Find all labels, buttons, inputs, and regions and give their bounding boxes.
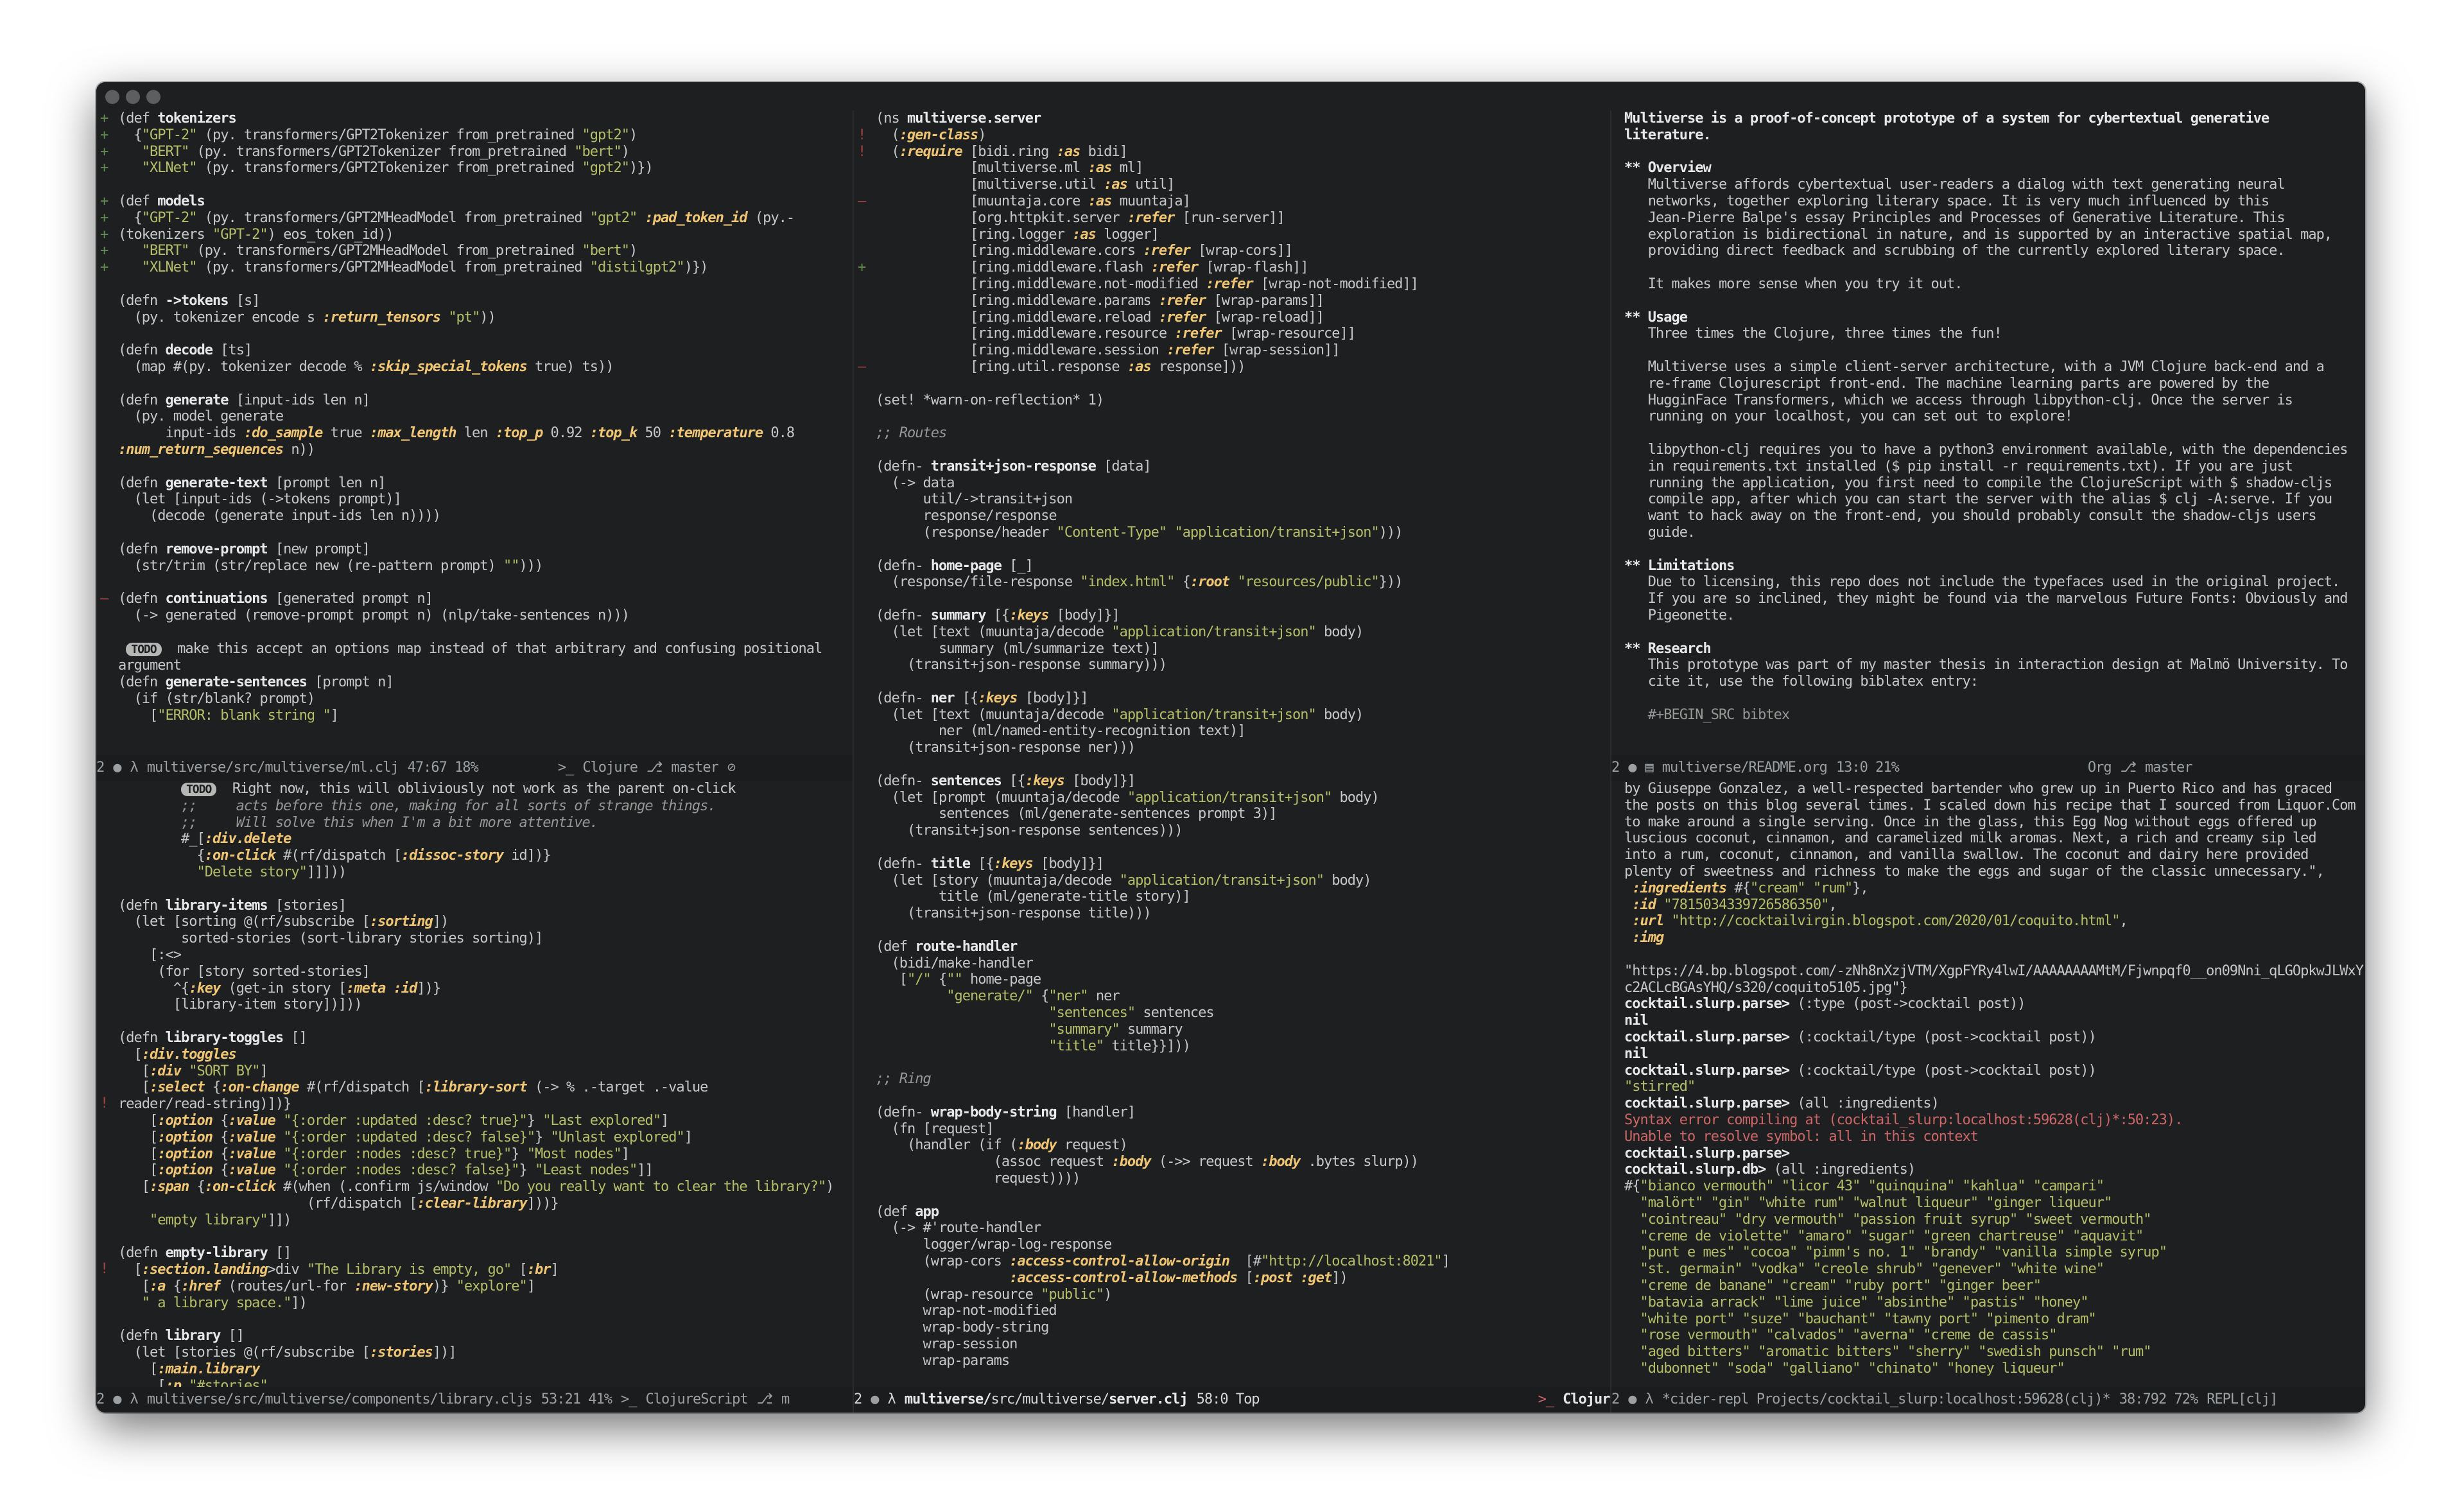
terminal-icon: >_ bbox=[557, 760, 574, 776]
file-type-icon: λ bbox=[130, 1391, 139, 1407]
checker-disabled-icon: ⊘ bbox=[727, 760, 736, 776]
code-area[interactable]: Multiverse is a proof-of-concept prototy… bbox=[1611, 110, 2365, 723]
middle-column: !! – + – (ns multiverse.server (:gen-class)… bbox=[854, 110, 1610, 1413]
modified-indicator-icon: ● bbox=[1628, 1391, 1636, 1407]
major-mode: REPL[clj] bbox=[2207, 1391, 2278, 1407]
zoom-window-button[interactable] bbox=[146, 90, 161, 104]
cursor-position: 47:67 18% bbox=[407, 760, 479, 776]
window-number: 2 bbox=[1611, 1391, 1620, 1407]
title-bar bbox=[96, 82, 2365, 110]
file-type-icon: ▤ bbox=[1645, 760, 1654, 776]
repl-output[interactable]: by Giuseppe Gonzalez, a well-respected b… bbox=[1611, 781, 2365, 1377]
git-branch: master bbox=[2144, 760, 2192, 776]
minimize-window-button[interactable] bbox=[126, 90, 140, 104]
git-branch: master bbox=[671, 760, 718, 776]
cursor-position: 13:0 21% bbox=[1835, 760, 1900, 776]
modified-indicator-icon: ● bbox=[871, 1391, 879, 1407]
mode-line-library: 2 ● λ multiverse/src/multiverse/components/… bbox=[96, 1387, 853, 1413]
emacs-window: + + + + + + + + + – (def tokenizers {"GPT-2" (py.… bbox=[96, 82, 2365, 1413]
major-mode: ClojureScript bbox=[645, 1391, 748, 1407]
window-number: 2 bbox=[854, 1391, 862, 1407]
terminal-icon: >_ bbox=[1538, 1391, 1554, 1407]
cursor-position: 38:792 72% bbox=[2119, 1391, 2198, 1407]
file-type-icon: λ bbox=[887, 1391, 896, 1407]
editor-window-library[interactable]: !! TODO Right now, this will obliviously… bbox=[96, 781, 853, 1387]
mode-line-repl: 2 ● λ *cider-repl Projects/cocktail_slurp:l… bbox=[1611, 1387, 2365, 1413]
cursor-position: 58:0 Top bbox=[1196, 1391, 1260, 1407]
window-number: 2 bbox=[96, 1391, 105, 1407]
window-number: 2 bbox=[96, 760, 105, 776]
editor-window-ml[interactable]: + + + + + + + + + – (def tokenizers {"GPT-2" (py.… bbox=[96, 110, 853, 755]
major-mode: Clojure bbox=[582, 760, 638, 776]
editor-window-server[interactable]: !! – + – (ns multiverse.server (:gen-class)… bbox=[854, 110, 1610, 1387]
file-type-icon: λ bbox=[1645, 1391, 1654, 1407]
right-column: Multiverse is a proof-of-concept prototy… bbox=[1611, 110, 2365, 1413]
mode-line-server: 2 ● λ multiverse/src/multiverse/server.clj 5… bbox=[854, 1387, 1610, 1413]
mode-line-readme: 2 ● ▤ multiverse/README.org 13:0 21% Org ⎇ mast… bbox=[1611, 755, 2365, 781]
buffer-filename: server.clj bbox=[1109, 1391, 1188, 1407]
modified-indicator-icon: ● bbox=[1628, 760, 1636, 776]
terminal-icon: >_ bbox=[620, 1391, 637, 1407]
major-mode: Clojure bbox=[1563, 1391, 1610, 1407]
modified-indicator-icon: ● bbox=[113, 1391, 121, 1407]
buffer-name: *cider-repl Projects/cocktail_slurp:loca… bbox=[1661, 1391, 2111, 1407]
window-number: 2 bbox=[1611, 760, 1620, 776]
buffer-path: multiverse/src/multiverse/components/lib… bbox=[146, 1391, 533, 1407]
cursor-position: 53:21 41% bbox=[541, 1391, 612, 1407]
buffer-path: multiverse/README.org bbox=[1661, 760, 1828, 776]
buffer-path: multiverse/src/multiverse/ml.clj bbox=[146, 760, 399, 776]
code-area[interactable]: (def tokenizers {"GPT-2" (py. transforme… bbox=[96, 110, 853, 724]
file-type-icon: λ bbox=[130, 760, 139, 776]
mode-line-ml: 2 ● λ multiverse/src/multiverse/ml.clj 47:67… bbox=[96, 755, 853, 781]
modified-indicator-icon: ● bbox=[113, 760, 121, 776]
git-branch-icon: ⎇ bbox=[646, 760, 663, 776]
git-branch: m bbox=[781, 1391, 790, 1407]
code-area[interactable]: TODO Right now, this will obliviously no… bbox=[96, 781, 853, 1387]
repl-window[interactable]: by Giuseppe Gonzalez, a well-respected b… bbox=[1611, 781, 2365, 1387]
major-mode: Org bbox=[2087, 760, 2112, 776]
buffer-directory: multiverse/ bbox=[904, 1391, 992, 1407]
buffer-subdirectory: src/multiverse/ bbox=[991, 1391, 1109, 1407]
editor-window-readme[interactable]: Multiverse is a proof-of-concept prototy… bbox=[1611, 110, 2365, 755]
left-column: + + + + + + + + + – (def tokenizers {"GPT-2" (py.… bbox=[96, 110, 853, 1413]
code-area[interactable]: (ns multiverse.server (:gen-class) (:req… bbox=[854, 110, 1610, 1370]
git-branch-icon: ⎇ bbox=[756, 1391, 773, 1407]
close-window-button[interactable] bbox=[105, 90, 119, 104]
git-branch-icon: ⎇ bbox=[2120, 760, 2137, 776]
